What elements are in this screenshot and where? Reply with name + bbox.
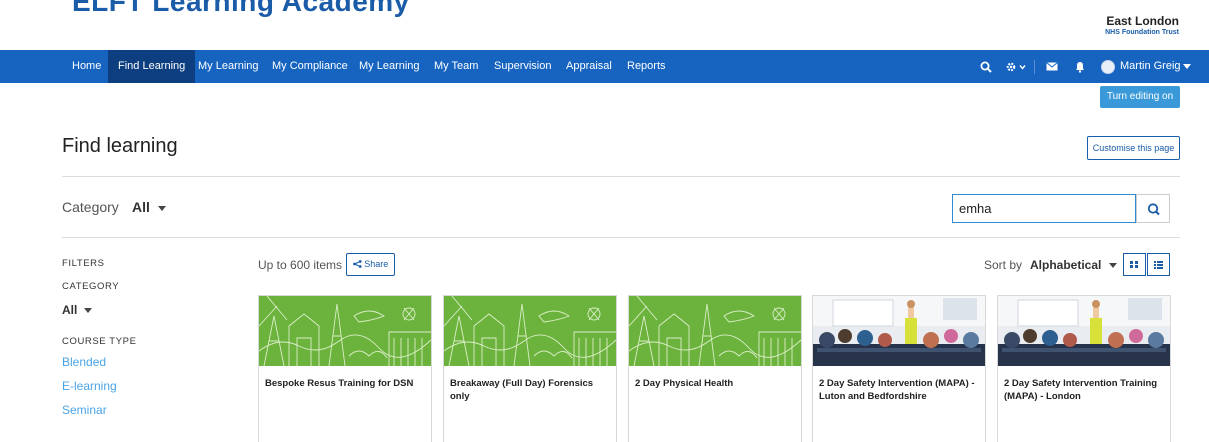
grid-icon: [1130, 261, 1138, 268]
nhs-logo-main: East London: [1106, 14, 1179, 28]
nav-reports[interactable]: Reports: [617, 50, 676, 83]
course-card-title[interactable]: 2 Day Physical Health: [635, 377, 795, 390]
nav-separator: [1034, 60, 1035, 74]
filter-category-heading: CATEGORY: [62, 281, 120, 292]
course-card[interactable]: Bespoke Resus Training for DSN: [258, 295, 432, 442]
category-value: All: [132, 199, 150, 215]
user-name: Martin Greig: [1120, 60, 1181, 72]
customise-page-button[interactable]: Customise this page: [1087, 136, 1180, 160]
chevron-down-icon: [83, 308, 92, 314]
search-input[interactable]: [952, 194, 1136, 223]
course-card[interactable]: 2 Day Physical Health: [628, 295, 802, 442]
sort-dropdown[interactable]: Alphabetical: [1030, 258, 1117, 272]
filters-heading: FILTERS: [62, 258, 105, 269]
filter-course-type-heading: COURSE TYPE: [62, 336, 137, 347]
filter-course-type-blended[interactable]: Blended: [62, 355, 106, 369]
chevron-down-icon: [157, 205, 166, 211]
search-icon: [1147, 203, 1160, 216]
main-navbar: Home Find Learning My Learning My Compli…: [0, 50, 1209, 83]
course-card-image[interactable]: [259, 296, 431, 366]
course-card-image[interactable]: [629, 296, 801, 366]
nav-supervision[interactable]: Supervision: [484, 50, 561, 83]
nav-find-learning[interactable]: Find Learning: [108, 50, 196, 83]
nav-home[interactable]: Home: [62, 50, 111, 83]
nhs-logo: East London NHS Foundation Trust: [1105, 15, 1179, 37]
user-avatar[interactable]: [1101, 60, 1115, 74]
nav-my-learning-2[interactable]: My Learning: [349, 50, 430, 83]
sort-label: Sort by: [984, 258, 1023, 272]
search-button[interactable]: [1136, 194, 1170, 223]
filter-category-value: All: [62, 303, 78, 317]
course-card-title[interactable]: Breakaway (Full Day) Forensics only: [450, 377, 610, 403]
category-label: Category: [62, 199, 119, 215]
gear-icon[interactable]: [1005, 50, 1027, 83]
nav-my-learning[interactable]: My Learning: [188, 50, 269, 83]
user-menu[interactable]: Martin Greig: [1120, 50, 1191, 83]
page-title: Find learning: [62, 135, 178, 157]
chevron-down-icon: [1182, 63, 1191, 69]
course-card-image[interactable]: [813, 296, 985, 366]
nav-my-compliance[interactable]: My Compliance: [262, 50, 358, 83]
divider: [62, 176, 1180, 177]
course-card-title[interactable]: Bespoke Resus Training for DSN: [265, 377, 425, 390]
sort-value: Alphabetical: [1030, 258, 1102, 272]
brand-header: ELFT Learning Academy East London NHS Fo…: [0, 0, 1209, 50]
filter-category-dropdown[interactable]: All: [62, 303, 92, 317]
share-icon: [352, 260, 362, 268]
course-card-title[interactable]: 2 Day Safety Intervention Training (MAPA…: [1004, 377, 1164, 403]
course-card-image[interactable]: [998, 296, 1170, 366]
turn-editing-on-button[interactable]: Turn editing on: [1100, 86, 1180, 108]
grid-view-button[interactable]: [1123, 253, 1146, 276]
course-card[interactable]: 2 Day Safety Intervention Training (MAPA…: [997, 295, 1171, 442]
chevron-down-icon: [1108, 263, 1117, 269]
divider: [62, 237, 1180, 238]
nav-appraisal[interactable]: Appraisal: [556, 50, 622, 83]
nhs-logo-sub: NHS Foundation Trust: [1105, 29, 1179, 36]
bell-icon[interactable]: [1075, 50, 1085, 83]
search-icon[interactable]: [980, 50, 992, 83]
course-card-title[interactable]: 2 Day Safety Intervention (MAPA) - Luton…: [819, 377, 979, 403]
items-count: Up to 600 items: [258, 258, 343, 272]
share-button[interactable]: Share: [346, 253, 395, 276]
course-card-image[interactable]: [444, 296, 616, 366]
filter-course-type-elearning[interactable]: E-learning: [62, 379, 117, 393]
site-logo-title[interactable]: ELFT Learning Academy: [72, 0, 410, 18]
mail-icon[interactable]: [1046, 50, 1058, 83]
list-view-button[interactable]: [1147, 253, 1170, 276]
nav-my-team[interactable]: My Team: [424, 50, 488, 83]
filter-course-type-seminar[interactable]: Seminar: [62, 403, 107, 417]
course-card[interactable]: Breakaway (Full Day) Forensics only: [443, 295, 617, 442]
list-icon: [1154, 261, 1163, 269]
share-label: Share: [364, 259, 389, 269]
category-dropdown[interactable]: All: [132, 199, 166, 215]
course-card[interactable]: 2 Day Safety Intervention (MAPA) - Luton…: [812, 295, 986, 442]
